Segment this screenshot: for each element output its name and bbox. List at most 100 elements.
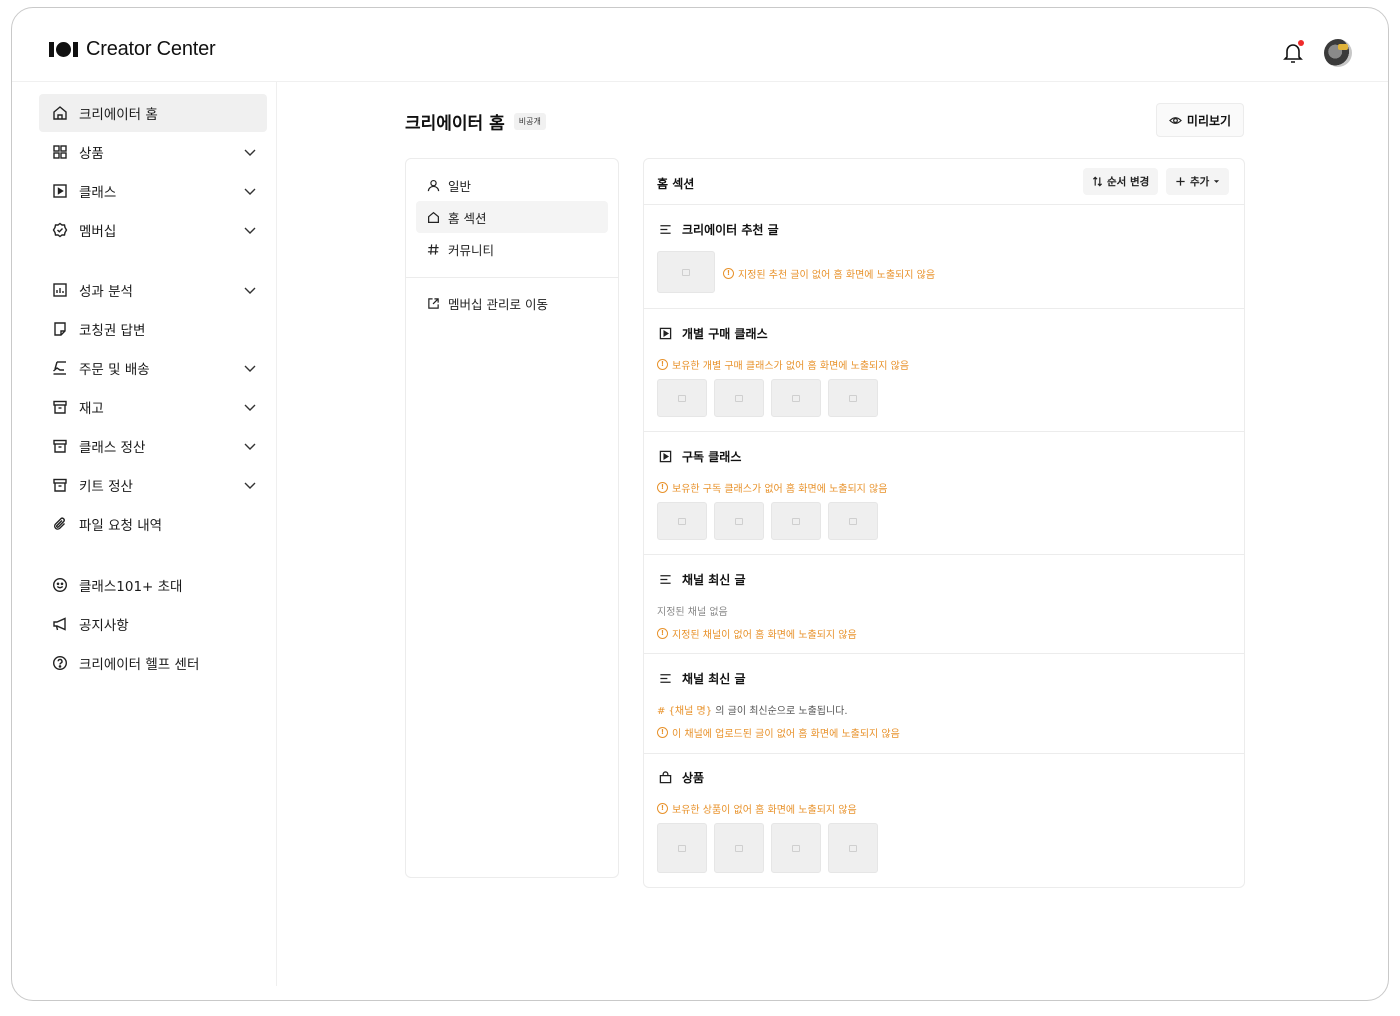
placeholder-thumbnail bbox=[828, 823, 878, 873]
tabs-divider bbox=[406, 277, 618, 278]
placeholder-thumbnail bbox=[657, 823, 707, 873]
section-title: 채널 최신 글 bbox=[658, 571, 746, 588]
section-title-text: 크리에이터 추천 글 bbox=[682, 223, 779, 237]
app-title: Creator Center bbox=[86, 38, 216, 60]
section-title: 구독 클래스 bbox=[658, 448, 741, 465]
section-individual-classes: 개별 구매 클래스 ! 보유한 개별 구매 클래스가 없어 홈 화면에 노출되지… bbox=[644, 309, 1244, 432]
tab-label: 홈 섹션 bbox=[448, 210, 487, 226]
placeholder-thumbnail bbox=[828, 379, 878, 417]
preview-button[interactable]: 미리보기 bbox=[1156, 103, 1244, 137]
membership-management-link[interactable]: 멤버십 관리로 이동 bbox=[416, 287, 608, 319]
logo-mark-icon bbox=[49, 42, 78, 57]
chevron-down-icon bbox=[244, 227, 256, 234]
sidebar: 크리에이터 홈 상품 클래스 멤버십 성과 분석 코칭권 답변 주문 및 배송 … bbox=[12, 82, 277, 986]
settings-tabs-panel: 일반 홈 섹션 커뮤니티 멤버십 관리로 이동 bbox=[405, 158, 619, 878]
sidebar-item-products[interactable]: 상품 bbox=[39, 133, 267, 171]
chevron-down-icon bbox=[244, 443, 256, 450]
top-header: Creator Center bbox=[12, 8, 1388, 82]
archive-icon bbox=[51, 398, 69, 416]
sidebar-item-label: 파일 요청 내역 bbox=[79, 518, 163, 534]
section-warning: ! 지정된 추천 글이 없어 홈 화면에 노출되지 않음 bbox=[723, 266, 935, 281]
section-warning: ! 이 채널에 업로드된 글이 없어 홈 화면에 노출되지 않음 bbox=[657, 725, 900, 740]
placeholder-row bbox=[657, 823, 878, 873]
membership-link-label: 멤버십 관리로 이동 bbox=[448, 296, 548, 312]
chevron-down-icon bbox=[244, 365, 256, 372]
add-label: 추가 bbox=[1190, 176, 1210, 188]
sidebar-item-label: 주문 및 배송 bbox=[79, 362, 150, 378]
sidebar-item-class-settlement[interactable]: 클래스 정산 bbox=[39, 427, 267, 465]
placeholder-thumbnail bbox=[771, 502, 821, 540]
hash-icon bbox=[426, 242, 440, 256]
page-title-row: 크리에이터 홈 비공개 bbox=[405, 109, 546, 134]
text-lines-icon bbox=[658, 223, 672, 237]
section-title-text: 개별 구매 클래스 bbox=[682, 327, 768, 341]
note-icon bbox=[51, 320, 69, 338]
text-lines-icon bbox=[658, 672, 672, 686]
reorder-label: 순서 변경 bbox=[1107, 176, 1150, 188]
caret-down-icon bbox=[1214, 180, 1220, 183]
sidebar-item-label: 성과 분석 bbox=[79, 284, 133, 300]
paperclip-icon bbox=[51, 515, 69, 533]
placeholder-thumbnail bbox=[714, 823, 764, 873]
alert-circle-icon: ! bbox=[657, 359, 668, 370]
chevron-down-icon bbox=[244, 482, 256, 489]
placeholder-thumbnail bbox=[657, 502, 707, 540]
archive-icon bbox=[51, 476, 69, 494]
sidebar-item-label: 키트 정산 bbox=[79, 479, 133, 495]
sidebar-item-kit-settlement[interactable]: 키트 정산 bbox=[39, 466, 267, 504]
megaphone-icon bbox=[51, 615, 69, 633]
section-warning: ! 보유한 개별 구매 클래스가 없어 홈 화면에 노출되지 않음 bbox=[657, 357, 909, 372]
section-subscription-classes: 구독 클래스 ! 보유한 구독 클래스가 없어 홈 화면에 노출되지 않음 bbox=[644, 432, 1244, 555]
plus-icon bbox=[1176, 177, 1185, 186]
tab-general[interactable]: 일반 bbox=[416, 169, 608, 201]
section-title-text: 상품 bbox=[682, 771, 705, 785]
placeholder-thumbnail bbox=[657, 379, 707, 417]
sidebar-item-analytics[interactable]: 성과 분석 bbox=[39, 271, 267, 309]
tab-home-section[interactable]: 홈 섹션 bbox=[416, 201, 608, 233]
channel-name-placeholder: # {채널 명} bbox=[657, 706, 713, 717]
sidebar-item-coaching[interactable]: 코칭권 답변 bbox=[39, 310, 267, 348]
play-square-icon bbox=[51, 182, 69, 200]
badge-check-icon bbox=[51, 221, 69, 239]
placeholder-thumbnail bbox=[714, 502, 764, 540]
alert-circle-icon: ! bbox=[657, 482, 668, 493]
text-lines-icon bbox=[658, 573, 672, 587]
tab-label: 일반 bbox=[448, 178, 472, 194]
warning-text: 지정된 채널이 없어 홈 화면에 노출되지 않음 bbox=[672, 630, 857, 641]
preview-button-label: 미리보기 bbox=[1186, 113, 1232, 128]
section-products: 상품 ! 보유한 상품이 없어 홈 화면에 노출되지 않음 bbox=[644, 754, 1244, 887]
delivery-icon bbox=[51, 359, 69, 377]
help-icon bbox=[51, 654, 69, 672]
placeholder-row bbox=[657, 502, 878, 540]
sidebar-item-membership[interactable]: 멤버십 bbox=[39, 211, 267, 249]
warning-text: 보유한 상품이 없어 홈 화면에 노출되지 않음 bbox=[672, 805, 857, 816]
play-square-icon bbox=[658, 450, 672, 464]
sidebar-item-invite[interactable]: 클래스101+ 초대 bbox=[39, 566, 267, 604]
sidebar-item-label: 크리에이터 홈 bbox=[79, 107, 158, 123]
home-icon bbox=[426, 210, 440, 224]
alert-circle-icon: ! bbox=[657, 628, 668, 639]
reorder-button[interactable]: 순서 변경 bbox=[1083, 168, 1159, 195]
chart-icon bbox=[51, 281, 69, 299]
sidebar-item-help-center[interactable]: 크리에이터 헬프 센터 bbox=[39, 644, 267, 682]
sidebar-item-file-requests[interactable]: 파일 요청 내역 bbox=[39, 505, 267, 543]
sidebar-item-orders[interactable]: 주문 및 배송 bbox=[39, 349, 267, 387]
placeholder-thumbnail bbox=[714, 379, 764, 417]
logo[interactable]: Creator Center bbox=[49, 38, 216, 61]
home-sections-panel: 홈 섹션 순서 변경 추가 크리에이터 추천 글 ! 지정된 추천 글이 없어 … bbox=[643, 158, 1245, 888]
add-section-button[interactable]: 추가 bbox=[1166, 168, 1230, 195]
section-note-text: 의 글이 최신순으로 노출됩니다. bbox=[715, 706, 848, 717]
section-title: 크리에이터 추천 글 bbox=[658, 221, 779, 238]
home-sections-header: 홈 섹션 순서 변경 추가 bbox=[644, 159, 1244, 205]
sidebar-item-inventory[interactable]: 재고 bbox=[39, 388, 267, 426]
sidebar-item-label: 상품 bbox=[79, 146, 104, 162]
section-note: 지정된 채널 없음 bbox=[657, 607, 728, 618]
placeholder-thumbnail bbox=[771, 823, 821, 873]
sidebar-item-label: 코칭권 답변 bbox=[79, 323, 146, 339]
sidebar-item-creator-home[interactable]: 크리에이터 홈 bbox=[39, 94, 267, 132]
tab-community[interactable]: 커뮤니티 bbox=[416, 233, 608, 265]
avatar[interactable] bbox=[1324, 39, 1352, 67]
sidebar-item-notices[interactable]: 공지사항 bbox=[39, 605, 267, 643]
user-icon bbox=[426, 178, 440, 192]
sidebar-item-classes[interactable]: 클래스 bbox=[39, 172, 267, 210]
